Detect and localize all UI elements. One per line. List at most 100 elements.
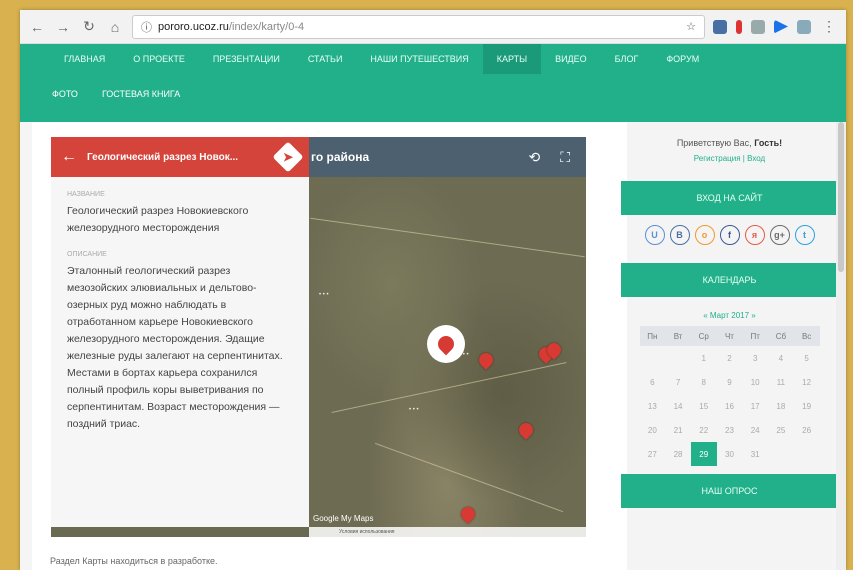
notice-text: Раздел Карты находиться в разработке. <box>50 556 218 566</box>
share-icon[interactable]: ⟲ <box>528 149 540 166</box>
calendar-day[interactable]: 5 <box>794 346 820 370</box>
calendar-day[interactable]: 1 <box>691 346 717 370</box>
extension-icon[interactable] <box>713 19 727 34</box>
page-scrollbar[interactable] <box>836 122 846 570</box>
vk-icon[interactable]: B <box>669 225 690 245</box>
nav-item[interactable]: Главная <box>50 44 119 74</box>
calendar-day[interactable]: 30 <box>717 442 743 466</box>
address-bar[interactable]: ⓘ pororo.ucoz.ru/index/karty/0-4 ☆ <box>132 14 705 39</box>
calendar-day[interactable]: 7 <box>665 370 691 394</box>
road <box>374 442 564 513</box>
map-pin-icon[interactable] <box>516 420 536 440</box>
back-arrow-icon[interactable]: ← <box>61 148 77 166</box>
calendar-day[interactable]: 11 <box>768 370 794 394</box>
google-logo: Google My Maps <box>313 514 374 523</box>
calendar-day[interactable]: 21 <box>665 418 691 442</box>
nav-item[interactable]: О проекте <box>119 44 199 74</box>
ok-icon[interactable]: o <box>694 225 715 245</box>
calendar-day[interactable]: 6 <box>640 370 666 394</box>
calendar-day[interactable]: 12 <box>794 370 820 394</box>
nav-item[interactable]: Статьи <box>294 44 357 74</box>
nav-item[interactable]: Гостевая книга <box>90 89 192 99</box>
calendar-day <box>768 442 794 466</box>
extension-icon[interactable] <box>751 19 765 34</box>
twitter-icon[interactable]: t <box>794 225 815 245</box>
nav-item[interactable]: Фото <box>40 89 90 99</box>
calendar-day[interactable]: 23 <box>717 418 743 442</box>
name-label: Название <box>67 191 105 198</box>
auth-links[interactable]: Регистрация | Вход <box>627 154 832 163</box>
yandex-icon[interactable]: я <box>744 225 765 245</box>
calendar-day[interactable]: 9 <box>717 370 743 394</box>
forward-icon[interactable]: → <box>54 18 72 36</box>
nav-item[interactable]: Наши путешествия <box>356 44 482 74</box>
calendar-day[interactable]: 3 <box>742 346 768 370</box>
url-host: pororo.ucoz.ru <box>158 20 229 33</box>
nav-item[interactable]: Видео <box>541 44 601 74</box>
selected-marker[interactable] <box>427 325 465 363</box>
map-pin-icon[interactable] <box>476 350 496 370</box>
calendar-day[interactable]: 19 <box>794 394 820 418</box>
calendar-week: 6 7 8 9 10 11 12 <box>640 370 820 394</box>
calendar-ribbon: Календарь <box>621 263 838 297</box>
nav-item[interactable]: Карты <box>482 44 542 74</box>
ucoz-icon[interactable]: U <box>644 225 665 245</box>
calendar-day[interactable]: 26 <box>794 418 820 442</box>
extension-icon[interactable] <box>736 19 742 34</box>
calendar-day[interactable]: 24 <box>742 418 768 442</box>
fullscreen-icon[interactable]: ⛶ <box>560 149 570 166</box>
calendar-week: 20 21 22 23 24 25 26 <box>640 418 820 442</box>
calendar-day[interactable]: 18 <box>768 394 794 418</box>
calendar-day <box>794 442 820 466</box>
nav-item[interactable]: Форум <box>652 44 713 74</box>
url-path: /index/karty/0-4 <box>228 20 305 33</box>
calendar-day[interactable]: 28 <box>665 442 691 466</box>
calendar-day[interactable]: 15 <box>691 394 717 418</box>
road <box>310 217 585 258</box>
play-icon[interactable] <box>774 19 788 34</box>
menu-icon[interactable]: ⋮ <box>820 18 838 36</box>
calendar-week: 12345 <box>640 346 820 370</box>
reload-icon[interactable]: ↻ <box>80 18 98 36</box>
calendar-day[interactable]: 10 <box>742 370 768 394</box>
calendar-day[interactable]: 22 <box>691 418 717 442</box>
extension-icon[interactable] <box>797 19 811 34</box>
map-pin-icon[interactable] <box>458 504 478 524</box>
calendar-day[interactable]: 25 <box>768 418 794 442</box>
calendar-day[interactable]: 29 <box>690 442 717 466</box>
calendar-day[interactable]: 27 <box>640 442 666 466</box>
content-area: го района ⟲ ⛶ ← Геологический разрез Нов… <box>32 122 838 570</box>
satellite-map[interactable]: • • • • • • • • • Google My Maps Условия… <box>309 177 586 537</box>
calendar-day <box>640 346 666 370</box>
calendar-week: 27 28 29 30 31 <box>640 442 820 466</box>
calendar-month[interactable]: « Март 2017 » <box>627 311 832 320</box>
directions-icon[interactable]: ➤ <box>272 141 304 173</box>
calendar-day[interactable]: 4 <box>768 346 794 370</box>
home-icon[interactable]: ⌂ <box>106 18 124 36</box>
description-value: Эталонный геологический разрез мезозойск… <box>67 265 283 430</box>
google-icon[interactable]: g+ <box>769 225 790 245</box>
nav-item[interactable]: Блог <box>601 44 653 74</box>
description-label: Описание <box>67 251 107 258</box>
greeting-prefix: Приветствую Вас, <box>676 138 752 148</box>
weekday-label: Ср <box>690 326 717 346</box>
calendar-day[interactable]: 20 <box>640 418 666 442</box>
map-footer[interactable]: Условия использования <box>309 527 586 537</box>
back-icon[interactable]: ← <box>28 18 46 36</box>
bookmark-star-icon[interactable]: ☆ <box>686 20 696 33</box>
map-embed[interactable]: го района ⟲ ⛶ ← Геологический разрез Нов… <box>51 137 586 537</box>
weekday-header: Пн Вт Ср Чт Пт Сб Вс <box>639 326 820 346</box>
calendar-day[interactable]: 31 <box>742 442 768 466</box>
nav-row-1: Главная О проекте Презентации Статьи Наши пу… <box>20 44 846 74</box>
calendar-day[interactable]: 2 <box>717 346 743 370</box>
scrollbar-thumb[interactable] <box>838 122 844 272</box>
calendar-day[interactable]: 13 <box>640 394 666 418</box>
social-login: U Bo f я g+ t <box>640 225 820 245</box>
calendar-day[interactable]: 8 <box>691 370 717 394</box>
calendar-day[interactable]: 14 <box>665 394 691 418</box>
calendar-day[interactable]: 16 <box>717 394 743 418</box>
calendar-day[interactable]: 17 <box>742 394 768 418</box>
nav-item[interactable]: Презентации <box>199 44 294 74</box>
facebook-icon[interactable]: f <box>719 225 740 245</box>
weekday-label: Пт <box>742 326 769 346</box>
